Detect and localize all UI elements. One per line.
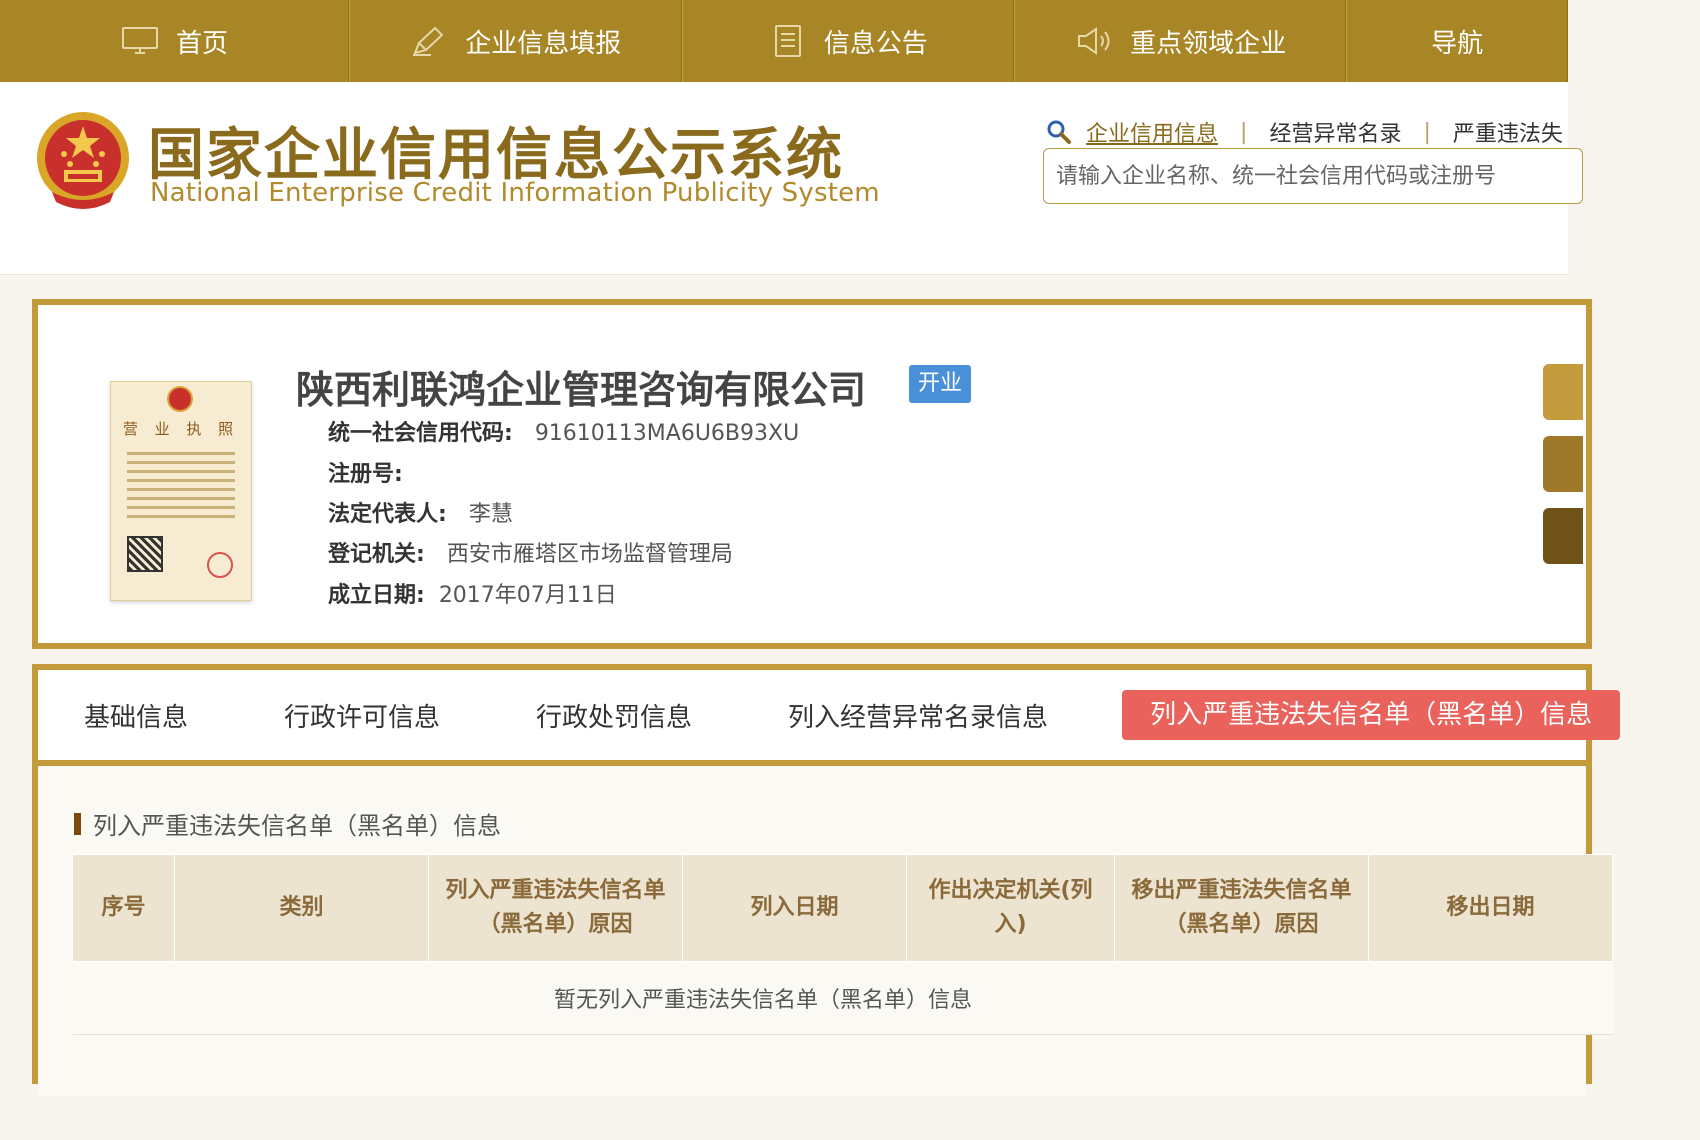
- company-name: 陕西利联鸿企业管理咨询有限公司: [296, 368, 867, 412]
- tab-basic-info[interactable]: 基础信息: [84, 697, 188, 734]
- search-tabs: 企业信用信息 | 经营异常名录 | 严重违法失: [1046, 116, 1563, 148]
- field-label: 注册号:: [328, 462, 403, 487]
- section-title-text: 列入严重违法失信名单（黑名单）信息: [93, 812, 501, 840]
- field-registration-authority: 登记机关: 西安市雁塔区市场监督管理局: [328, 536, 733, 568]
- nav-item-key-sectors[interactable]: 重点领域企业: [1013, 0, 1347, 82]
- license-emblem-icon: [167, 386, 193, 412]
- field-label: 登记机关:: [328, 542, 425, 567]
- nav-item-label: 企业信息填报: [465, 28, 622, 59]
- tab-admin-penalty[interactable]: 行政处罚信息: [536, 697, 692, 734]
- tab-admin-license[interactable]: 行政许可信息: [284, 697, 440, 734]
- speaker-icon: [1074, 24, 1114, 58]
- field-establish-date: 成立日期: 2017年07月11日: [328, 577, 617, 609]
- field-credit-code: 统一社会信用代码: 91610113MA6U6B93XU: [328, 415, 799, 447]
- empty-message: 暂无列入严重违法失信名单（黑名单）信息: [72, 961, 1613, 1035]
- divider: |: [1240, 119, 1248, 145]
- search-tab-abnormal-list[interactable]: 经营异常名录: [1269, 116, 1401, 148]
- top-nav: 首页 企业信息填报 信息公告 重点领域企业 导航: [0, 0, 1568, 82]
- column-header-removal-reason: 移出严重违法失信名单（黑名单）原因: [1114, 854, 1369, 962]
- nav-item-announcement[interactable]: 信息公告: [681, 0, 1014, 82]
- nav-item-navigation[interactable]: 导航: [1346, 0, 1568, 82]
- info-tabs: 基础信息 行政许可信息 行政处罚信息 列入经营异常名录信息 列入严重违法失信名单…: [38, 670, 1621, 766]
- nav-item-report[interactable]: 企业信息填报: [349, 0, 682, 82]
- field-label: 法定代表人:: [328, 502, 447, 527]
- field-value: 91610113MA6U6B93XU: [534, 421, 800, 446]
- qr-code-icon: [127, 536, 163, 572]
- company-card: 营 业 执 照 陕西利联鸿企业管理咨询有限公司 开业 统一社会信用代码: 9161…: [32, 299, 1592, 649]
- section-title: 列入严重违法失信名单（黑名单）信息: [74, 806, 501, 841]
- side-action-button-2[interactable]: [1543, 436, 1583, 492]
- nav-item-label: 信息公告: [823, 28, 928, 59]
- business-license-image[interactable]: 营 业 执 照: [110, 381, 252, 601]
- table-header-row: 序号 类别 列入严重违法失信名单（黑名单）原因 列入日期 作出决定机关(列入) …: [72, 854, 1613, 962]
- monitor-icon: [120, 24, 160, 58]
- column-header-removal-date: 移出日期: [1368, 854, 1613, 962]
- side-action-button-3[interactable]: [1543, 508, 1583, 564]
- tab-abnormal-list[interactable]: 列入经营异常名录信息: [788, 697, 1048, 734]
- search-tab-blacklist[interactable]: 严重违法失: [1453, 116, 1563, 148]
- column-header-decision-authority: 作出决定机关(列入): [906, 854, 1115, 962]
- blacklist-section: 列入严重违法失信名单（黑名单）信息 序号 类别 列入严重违法失信名单（黑名单）原…: [38, 766, 1613, 1096]
- column-header-category: 类别: [174, 854, 429, 962]
- site-subtitle: National Enterprise Credit Information P…: [150, 178, 880, 208]
- column-header-index: 序号: [72, 854, 175, 962]
- search-box: [1043, 148, 1583, 204]
- search-input[interactable]: [1044, 149, 1582, 203]
- field-value: 2017年07月11日: [438, 583, 617, 608]
- field-label: 统一社会信用代码:: [328, 421, 513, 446]
- field-value: 西安市雁塔区市场监督管理局: [446, 542, 733, 567]
- column-header-listing-date: 列入日期: [682, 854, 907, 962]
- field-label: 成立日期:: [328, 583, 425, 608]
- license-title: 营 业 执 照: [122, 420, 240, 438]
- field-legal-representative: 法定代表人: 李慧: [328, 496, 513, 528]
- side-action-button-1[interactable]: [1543, 364, 1583, 420]
- national-emblem-icon: [37, 112, 129, 209]
- field-value: 李慧: [468, 502, 513, 527]
- column-header-listing-reason: 列入严重违法失信名单（黑名单）原因: [428, 854, 683, 962]
- nav-item-label: 首页: [176, 28, 229, 59]
- document-icon: [768, 24, 808, 58]
- stamp-icon: [207, 552, 233, 578]
- divider: |: [1423, 119, 1431, 145]
- section-marker: [74, 812, 81, 835]
- info-panel: 基础信息 行政许可信息 行政处罚信息 列入经营异常名录信息 列入严重违法失信名单…: [32, 664, 1621, 1096]
- license-text-lines: [127, 452, 235, 524]
- table-row: 暂无列入严重违法失信名单（黑名单）信息: [72, 961, 1613, 1035]
- nav-item-label: 重点领域企业: [1130, 28, 1287, 59]
- search-icon[interactable]: [1046, 119, 1072, 145]
- status-badge: 开业: [909, 365, 972, 403]
- pen-icon: [409, 24, 449, 58]
- nav-item-label: 导航: [1431, 28, 1484, 59]
- search-tab-credit-info[interactable]: 企业信用信息: [1086, 116, 1218, 148]
- blacklist-table: 序号 类别 列入严重违法失信名单（黑名单）原因 列入日期 作出决定机关(列入) …: [72, 854, 1613, 1035]
- tab-blacklist[interactable]: 列入严重违法失信名单（黑名单）信息: [1122, 690, 1621, 740]
- field-registration-no: 注册号:: [328, 456, 425, 488]
- nav-item-home[interactable]: 首页: [0, 0, 350, 82]
- site-header: 国家企业信用信息公示系统 National Enterprise Credit …: [0, 82, 1583, 275]
